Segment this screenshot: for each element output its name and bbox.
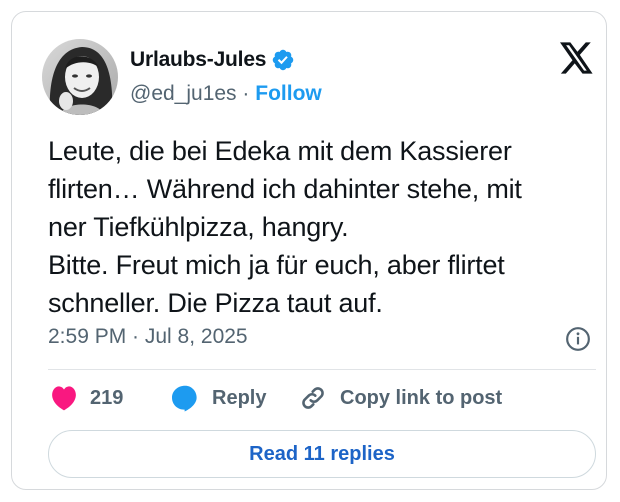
tweet-line: Leute, die bei Edeka mit dem Kassierer bbox=[48, 136, 512, 166]
copy-link-label: Copy link to post bbox=[340, 386, 503, 409]
divider bbox=[48, 369, 596, 370]
like-count: 219 bbox=[90, 386, 124, 409]
handle-row: @ed_ju1es · Follow bbox=[130, 82, 322, 106]
reply-label: Reply bbox=[212, 386, 267, 409]
x-logo-icon[interactable] bbox=[560, 42, 594, 74]
tweet-line: Bitte. Freut mich ja für euch, aber flir… bbox=[48, 250, 505, 280]
read-replies-button[interactable]: Read 11 replies bbox=[48, 430, 596, 478]
tweet-card: Urlaubs-Jules @ed_ju1es · Follow Leute, … bbox=[11, 11, 607, 490]
follow-button[interactable]: Follow bbox=[255, 82, 322, 105]
tweet-text: Leute, die bei Edeka mit dem Kassierer f… bbox=[48, 132, 608, 322]
handle[interactable]: @ed_ju1es bbox=[130, 82, 237, 105]
verified-badge-icon bbox=[272, 49, 294, 71]
tweet-line: schneller. Die Pizza taut auf. bbox=[48, 288, 383, 318]
read-replies-label: Read 11 replies bbox=[249, 442, 395, 465]
separator: · bbox=[242, 82, 250, 105]
like-button[interactable]: 219 bbox=[50, 382, 123, 414]
avatar[interactable] bbox=[42, 39, 118, 115]
copy-link-button[interactable]: Copy link to post bbox=[298, 382, 502, 414]
display-name[interactable]: Urlaubs-Jules bbox=[130, 48, 266, 72]
info-icon[interactable] bbox=[565, 326, 591, 352]
reply-bubble-icon bbox=[172, 385, 197, 412]
link-icon bbox=[302, 387, 324, 409]
reply-button[interactable]: Reply bbox=[170, 382, 266, 414]
tweet-line: ner Tiefkühlpizza, hangry. bbox=[48, 212, 349, 242]
tweet-line: flirten… Während ich dahinter stehe, mit bbox=[48, 174, 522, 204]
profile-photo bbox=[42, 39, 118, 115]
timestamp[interactable]: 2:59 PM · Jul 8, 2025 bbox=[48, 325, 248, 349]
heart-icon bbox=[52, 386, 76, 411]
